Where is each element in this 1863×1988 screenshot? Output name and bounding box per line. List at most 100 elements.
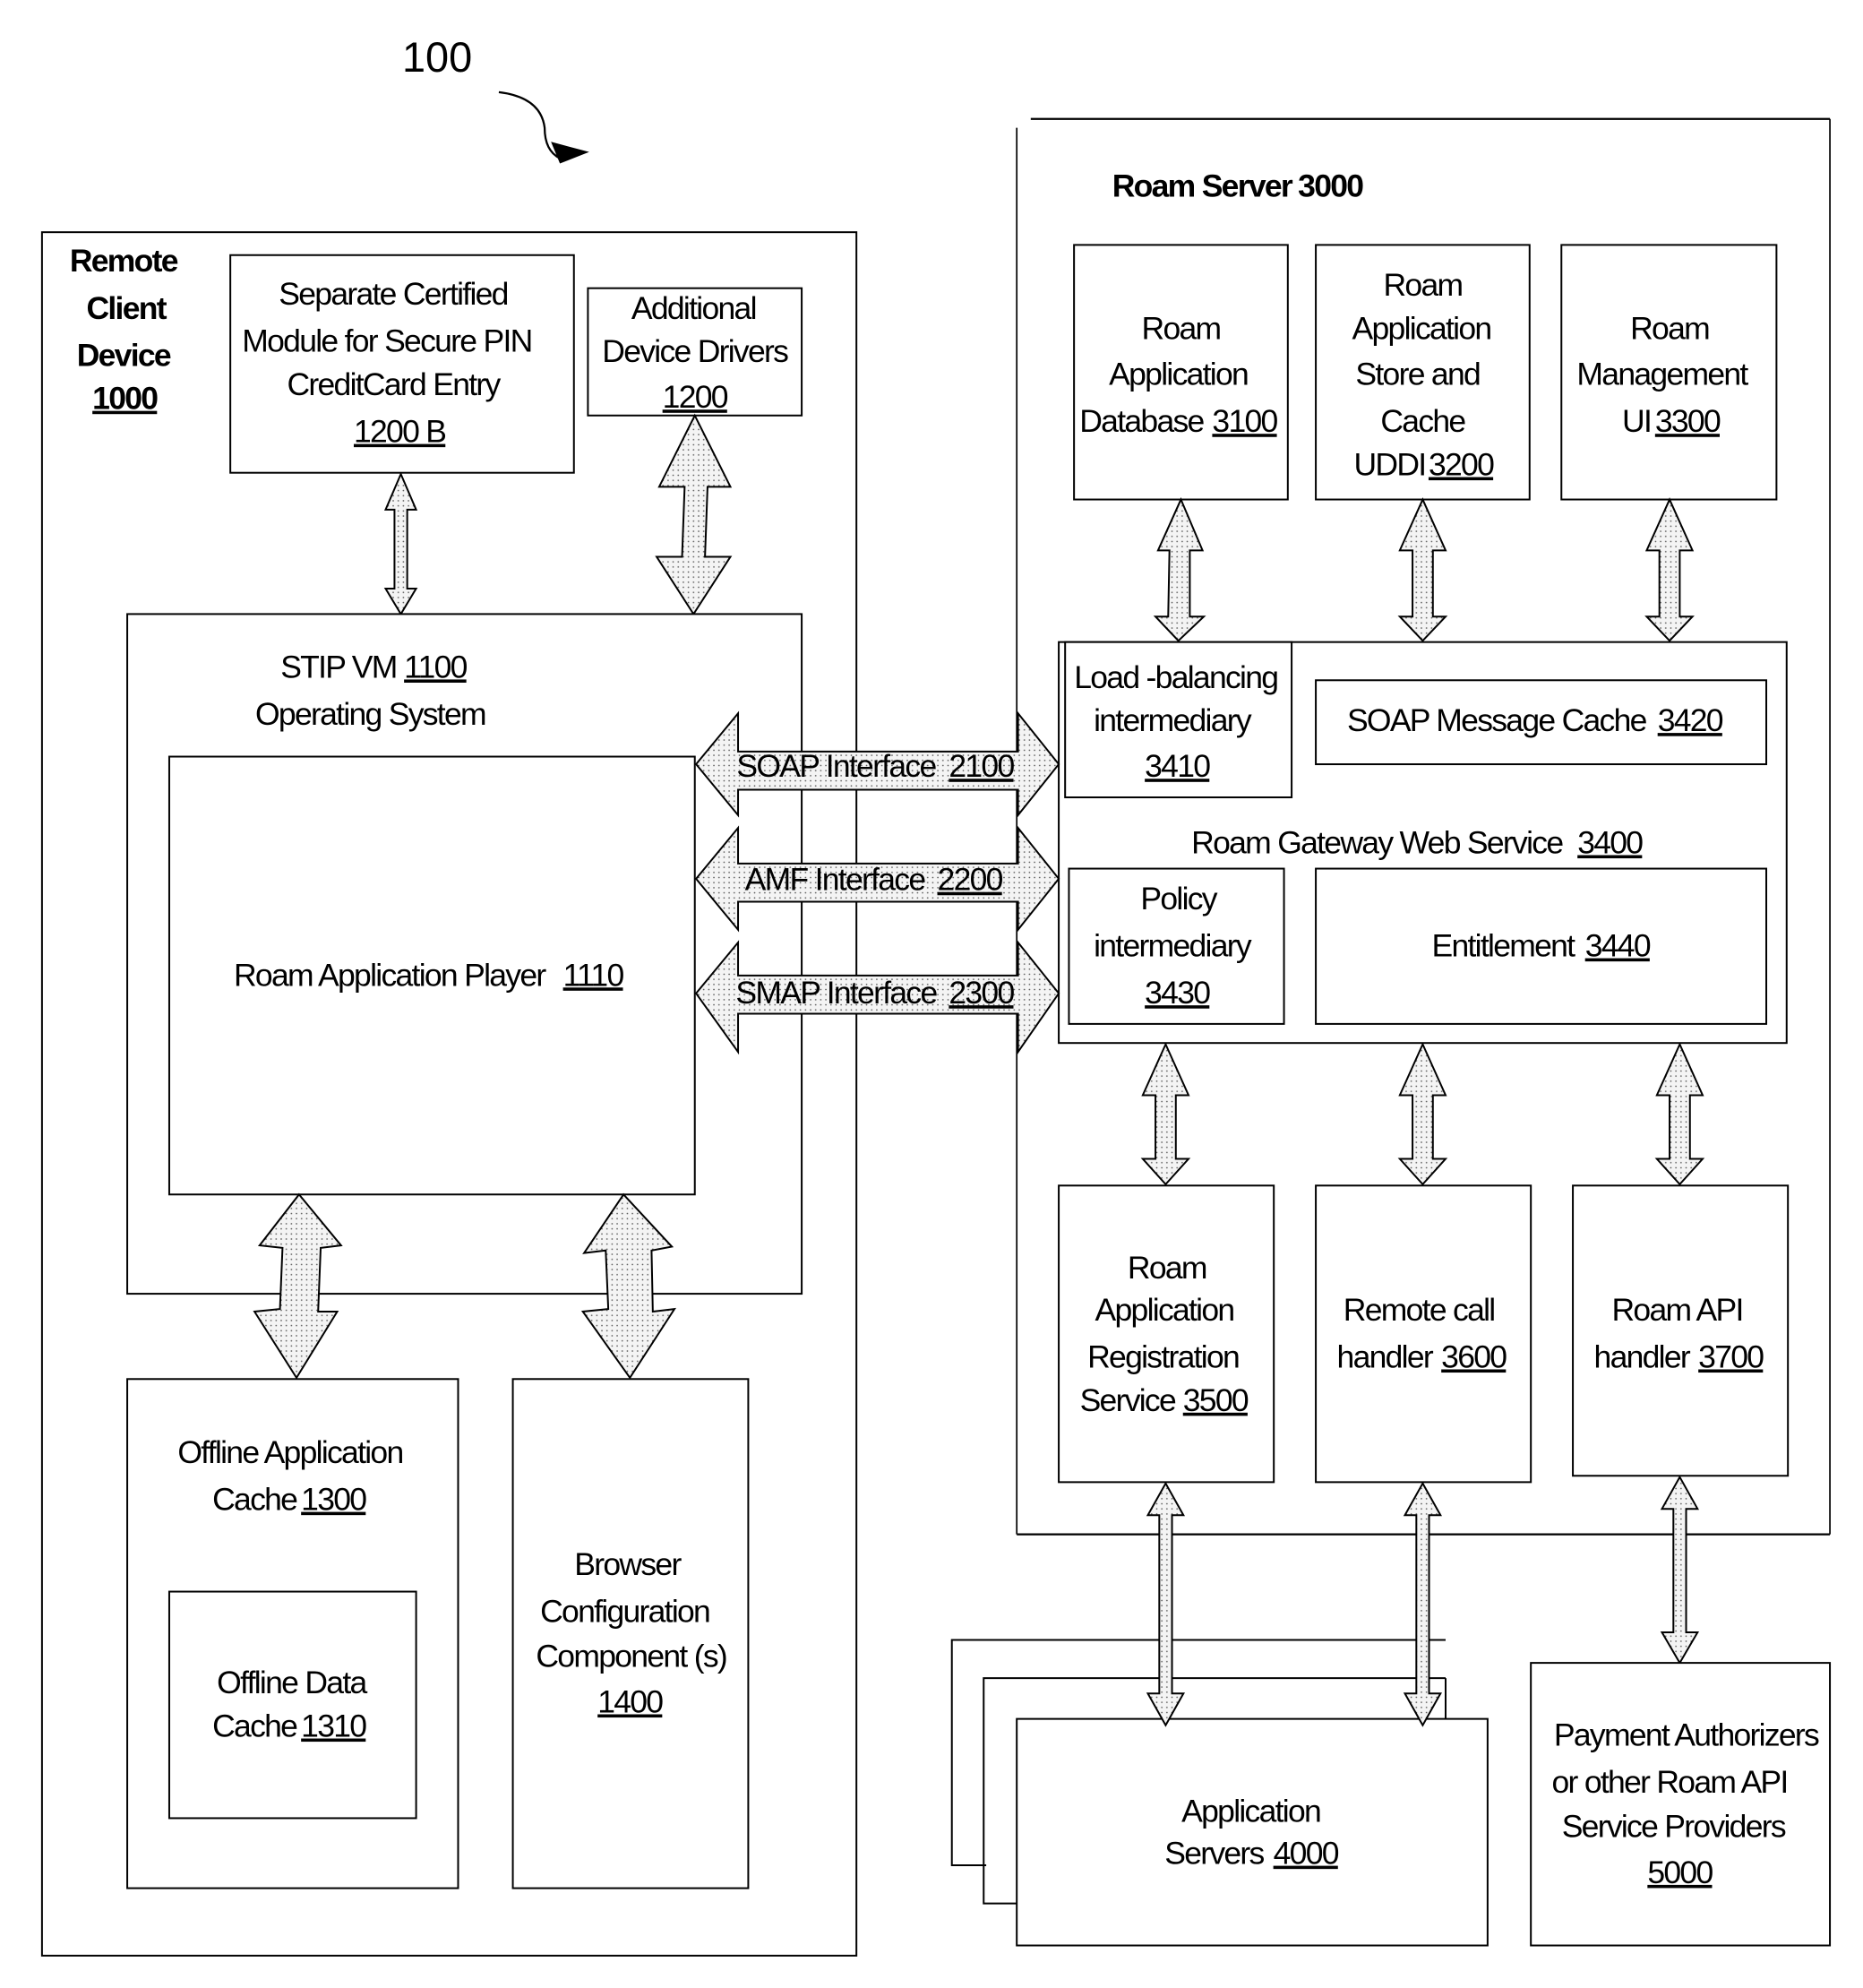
svg-text:Roam: Roam bbox=[1383, 267, 1462, 303]
svg-text:Separate Certified: Separate Certified bbox=[279, 276, 507, 312]
svg-text:Offline Application: Offline Application bbox=[177, 1434, 402, 1470]
svg-text:Browser: Browser bbox=[574, 1546, 682, 1582]
svg-text:STIP VM: STIP VM bbox=[280, 649, 396, 684]
svg-text:1400: 1400 bbox=[597, 1684, 663, 1720]
svg-text:2100: 2100 bbox=[949, 748, 1014, 784]
svg-text:Cache: Cache bbox=[212, 1482, 297, 1518]
svg-text:Roam: Roam bbox=[1128, 1250, 1206, 1286]
svg-text:Cache: Cache bbox=[212, 1708, 297, 1744]
policy-intermediary-box: Policy intermediary 3430 bbox=[1068, 867, 1285, 1025]
application-servers-stack: Application Servers 4000 bbox=[950, 1639, 1489, 1947]
svg-text:Roam: Roam bbox=[1142, 311, 1221, 347]
svg-text:Application: Application bbox=[1181, 1794, 1320, 1829]
svg-text:3500: 3500 bbox=[1183, 1382, 1249, 1418]
load-balancing-intermediary-box: Load -balancing intermediary 3410 bbox=[1064, 641, 1293, 798]
svg-text:2300: 2300 bbox=[949, 975, 1014, 1011]
svg-text:2200: 2200 bbox=[938, 862, 1003, 898]
svg-text:1000: 1000 bbox=[92, 381, 158, 417]
figure-ref: 100 bbox=[402, 34, 472, 81]
svg-text:Store and: Store and bbox=[1355, 357, 1480, 392]
svg-text:handler: handler bbox=[1594, 1338, 1691, 1374]
svg-text:Management: Management bbox=[1576, 357, 1748, 392]
svg-text:Offline Data: Offline Data bbox=[217, 1665, 367, 1700]
svg-text:3410: 3410 bbox=[1145, 748, 1210, 784]
browser-configuration-box: Browser Configuration Component (s) 1400 bbox=[511, 1378, 750, 1889]
svg-text:Entitlement: Entitlement bbox=[1432, 928, 1576, 964]
svg-text:Additional: Additional bbox=[631, 290, 756, 326]
roam-server-ref: 3000 bbox=[1298, 168, 1363, 203]
roam-management-ui-box: Roam Management UI 3300 bbox=[1560, 244, 1778, 501]
svg-text:4000: 4000 bbox=[1274, 1836, 1339, 1872]
svg-text:3430: 3430 bbox=[1145, 975, 1210, 1011]
svg-text:intermediary: intermediary bbox=[1094, 702, 1252, 738]
svg-text:Configuration: Configuration bbox=[540, 1594, 709, 1630]
svg-text:Load -balancing: Load -balancing bbox=[1074, 659, 1277, 695]
svg-text:or other Roam API: or other Roam API bbox=[1552, 1764, 1788, 1800]
remote-client-title: Remote Client Device 1000 bbox=[70, 243, 180, 417]
svg-text:Payment Authorizers: Payment Authorizers bbox=[1554, 1717, 1819, 1752]
svg-text:1100: 1100 bbox=[404, 649, 467, 684]
svg-text:Remote call: Remote call bbox=[1344, 1292, 1495, 1328]
svg-text:Cache: Cache bbox=[1380, 403, 1465, 439]
svg-text:intermediary: intermediary bbox=[1094, 928, 1252, 964]
svg-text:3420: 3420 bbox=[1658, 702, 1723, 738]
remote-call-handler-box: Remote call handler 3600 bbox=[1315, 1184, 1532, 1484]
svg-text:Roam Gateway Web Service: Roam Gateway Web Service bbox=[1191, 825, 1563, 861]
secure-pin-module-box: Separate Certified Module for Secure PIN… bbox=[229, 254, 575, 474]
svg-text:SOAP Interface: SOAP Interface bbox=[736, 748, 936, 784]
svg-text:Application: Application bbox=[1352, 311, 1491, 347]
bidirectional-arrow-icon bbox=[1397, 1042, 1448, 1186]
svg-text:Remote: Remote bbox=[70, 243, 178, 279]
soap-message-cache-box: SOAP Message Cache 3420 bbox=[1315, 679, 1768, 766]
svg-text:3200: 3200 bbox=[1429, 447, 1494, 483]
registration-service-box: Roam Application Registration Service 35… bbox=[1058, 1184, 1275, 1484]
svg-text:Application: Application bbox=[1109, 357, 1248, 392]
roam-server-title: Roam Server bbox=[1112, 168, 1293, 203]
svg-text:3400: 3400 bbox=[1577, 825, 1643, 861]
svg-text:3700: 3700 bbox=[1698, 1338, 1764, 1374]
svg-text:Roam: Roam bbox=[1630, 311, 1709, 347]
svg-text:3440: 3440 bbox=[1585, 928, 1651, 964]
svg-text:SMAP Interface: SMAP Interface bbox=[735, 975, 937, 1011]
svg-text:AMF Interface: AMF Interface bbox=[745, 862, 926, 898]
svg-text:Roam API: Roam API bbox=[1611, 1292, 1742, 1328]
bidirectional-arrow-icon bbox=[1140, 1042, 1191, 1186]
svg-text:SOAP Message Cache: SOAP Message Cache bbox=[1347, 702, 1647, 738]
svg-text:Servers: Servers bbox=[1164, 1836, 1264, 1872]
svg-text:3100: 3100 bbox=[1212, 403, 1277, 439]
roam-application-player-box: Roam Application Player 1110 bbox=[167, 755, 696, 1196]
svg-text:handler: handler bbox=[1337, 1338, 1434, 1374]
svg-text:CreditCard Entry: CreditCard Entry bbox=[287, 366, 501, 402]
svg-text:Device: Device bbox=[77, 337, 171, 373]
bidirectional-arrow-icon bbox=[655, 413, 733, 616]
roam-application-store-box: Roam Application Store and Cache UDDI 32… bbox=[1315, 244, 1531, 501]
device-drivers-box: Additional Device Drivers 1200 bbox=[587, 287, 803, 417]
svg-text:Service: Service bbox=[1080, 1382, 1176, 1418]
bidirectional-arrow-icon bbox=[1660, 1475, 1700, 1665]
bidirectional-arrow-icon bbox=[1644, 497, 1695, 642]
payment-authorizers-box: Payment Authorizers or other Roam API Se… bbox=[1530, 1662, 1832, 1947]
figure-ref-arrow-icon bbox=[498, 90, 589, 164]
svg-text:3600: 3600 bbox=[1441, 1338, 1507, 1374]
bidirectional-arrow-icon bbox=[1146, 1481, 1186, 1727]
svg-text:UI: UI bbox=[1622, 403, 1651, 439]
svg-text:Policy: Policy bbox=[1140, 881, 1217, 917]
architecture-diagram: 100 Remote Client Device 1000 Separate C… bbox=[40, 34, 1832, 1957]
entitlement-box: Entitlement 3440 bbox=[1315, 867, 1768, 1025]
bidirectional-arrow-icon bbox=[1153, 497, 1206, 642]
bidirectional-arrow-icon bbox=[1403, 1481, 1443, 1727]
svg-text:Device Drivers: Device Drivers bbox=[602, 333, 788, 369]
svg-text:UDDI: UDDI bbox=[1353, 447, 1425, 483]
roam-api-handler-box: Roam API handler 3700 bbox=[1572, 1184, 1790, 1477]
svg-text:3300: 3300 bbox=[1655, 403, 1721, 439]
roam-application-database-box: Roam Application Database 3100 bbox=[1073, 244, 1289, 501]
bidirectional-arrow-icon bbox=[1654, 1042, 1705, 1186]
svg-text:1200 B: 1200 B bbox=[354, 414, 445, 450]
svg-text:Database: Database bbox=[1079, 403, 1204, 439]
bidirectional-arrow-icon bbox=[383, 471, 418, 616]
svg-text:5000: 5000 bbox=[1647, 1855, 1713, 1890]
svg-text:1300: 1300 bbox=[301, 1482, 366, 1518]
svg-text:Module for Secure PIN: Module for Secure PIN bbox=[242, 323, 531, 359]
svg-text:Service Providers: Service Providers bbox=[1562, 1809, 1786, 1845]
svg-text:1110: 1110 bbox=[563, 957, 624, 993]
